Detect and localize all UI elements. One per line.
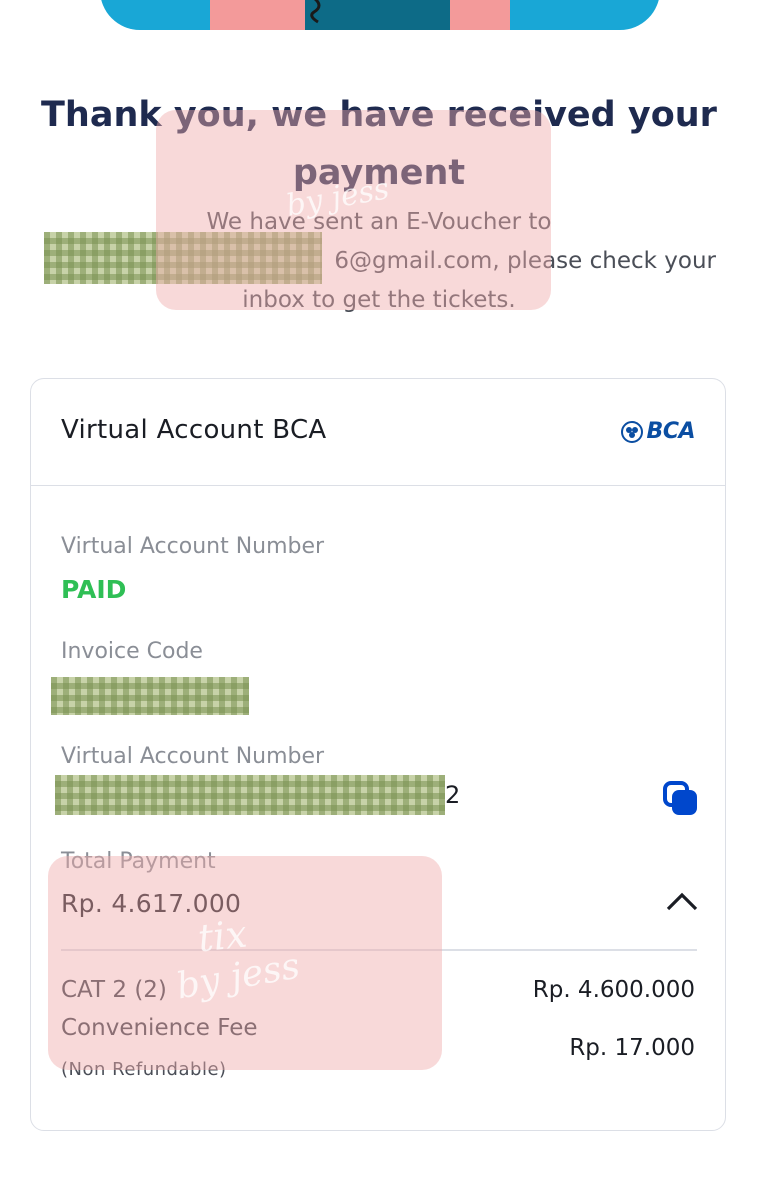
watermark-top: by jess <box>156 110 551 310</box>
bca-logo-text: BCA <box>646 419 696 444</box>
watermark-text-top: by jess <box>283 171 392 224</box>
va-number-tail: 2 <box>445 781 461 809</box>
watermark-text-tix: tix <box>195 911 250 961</box>
hero-illustration <box>100 0 660 30</box>
watermark-text-byjess: by jess <box>173 945 303 1008</box>
redacted-invoice-code <box>51 677 249 715</box>
chevron-up-icon[interactable] <box>665 890 699 916</box>
watermark-bottom: tix by jess <box>48 856 442 1070</box>
invoice-code-label: Invoice Code <box>61 639 203 664</box>
payment-status-badge: PAID <box>61 575 127 604</box>
payment-method-header: Virtual Account BCA BCA <box>31 379 725 486</box>
bca-logo-icon: BCA <box>620 419 696 444</box>
payment-method-label: Virtual Account BCA <box>61 415 327 445</box>
va-number-label: Virtual Account Number <box>61 744 325 769</box>
status-label: Virtual Account Number <box>61 534 325 559</box>
fee-amount: Rp. 17.000 <box>569 1035 695 1061</box>
line-item-amount: Rp. 4.600.000 <box>532 977 695 1003</box>
copy-icon[interactable] <box>663 781 699 817</box>
redacted-va-number <box>55 775 445 815</box>
